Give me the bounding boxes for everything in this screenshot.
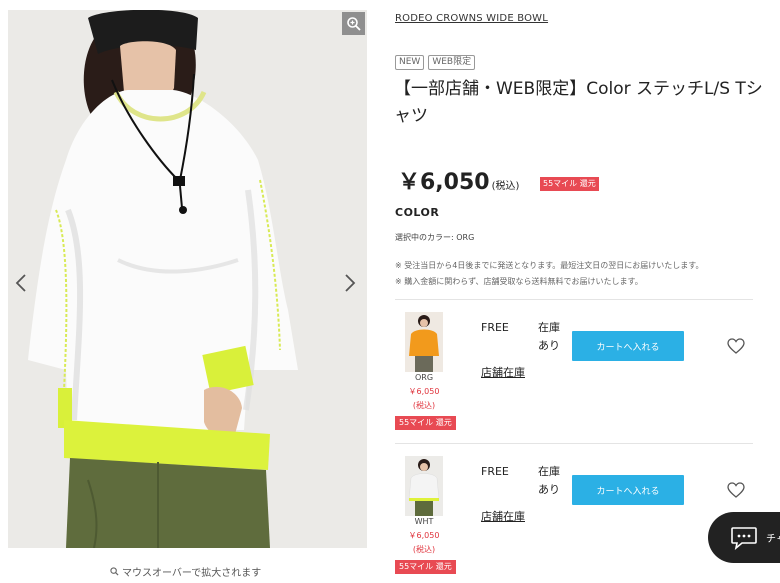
heart-icon[interactable] <box>727 482 745 498</box>
variant-tax: (税込) <box>412 401 436 410</box>
variant-tax: (税込) <box>412 545 436 554</box>
add-to-cart-button[interactable]: カートへ入れる <box>572 475 684 505</box>
add-to-cart-button[interactable]: カートへ入れる <box>572 331 684 361</box>
shipping-note: ※ 購入金額に関わらず、店舗受取なら送料無料でお届けいたします。 <box>395 277 643 286</box>
product-price: ￥6,050 <box>398 170 490 195</box>
zoom-icon[interactable] <box>342 12 365 35</box>
stock-line: あり <box>538 483 560 496</box>
price-row: ￥6,050 (税込) <box>398 164 519 196</box>
zoom-hint-text: マウスオーバーで拡大されます <box>122 568 262 579</box>
variant-row-org: ORG ￥6,050 (税込) 55マイル 還元 FREE 在庫 あり カートへ… <box>395 312 755 452</box>
tax-label: (税込) <box>491 181 520 192</box>
variant-mile-badge: 55マイル 還元 <box>395 416 456 430</box>
selected-color: 選択中のカラー: ORG <box>395 233 475 242</box>
stock-line: 在庫 <box>538 321 560 334</box>
shipping-note: ※ 受注当日から4日後までに発送となります。最短注文日の翌日にお届けいたします。 <box>395 261 704 270</box>
variant-mile-badge: 55マイル 還元 <box>395 560 456 574</box>
product-image-gallery[interactable] <box>8 10 367 548</box>
store-stock-link[interactable]: 店舗在庫 <box>481 364 525 380</box>
chat-button[interactable]: チャ <box>708 512 780 563</box>
stock-line: あり <box>538 339 560 352</box>
variant-size: FREE <box>481 321 509 334</box>
product-photo <box>8 10 367 548</box>
chevron-right-icon[interactable] <box>340 268 360 298</box>
divider <box>395 443 753 444</box>
mile-badge: 55マイル 還元 <box>540 177 599 191</box>
product-title: 【一部店舗・WEB限定】Color ステッチL/S Tシャツ <box>394 79 763 126</box>
shipping-notes: ※ 受注当日から4日後までに発送となります。最短注文日の翌日にお届けいたします。… <box>395 258 704 290</box>
variant-stock: 在庫 あり <box>538 319 560 355</box>
variant-shirt-swatch <box>408 473 440 501</box>
variant-color-code: WHT <box>414 517 434 526</box>
stock-line: 在庫 <box>538 465 560 478</box>
variant-shirt-swatch <box>409 329 439 356</box>
brand-link[interactable]: RODEO CROWNS WIDE BOWL <box>395 13 548 24</box>
variant-size: FREE <box>481 465 509 478</box>
web-only-badge: WEB限定 <box>428 55 476 70</box>
variant-row-wht: WHT ￥6,050 (税込) 55マイル 還元 FREE 在庫 あり カートへ… <box>395 456 755 583</box>
new-badge: NEW <box>395 55 425 70</box>
variant-color-code: ORG <box>414 373 434 382</box>
variant-price: ￥6,050 <box>408 387 440 396</box>
product-badges: NEW WEB限定 <box>395 55 476 70</box>
magnifier-icon <box>110 567 119 576</box>
variant-thumbnail[interactable] <box>405 312 443 372</box>
heart-icon[interactable] <box>727 338 745 354</box>
variant-stock: 在庫 あり <box>538 463 560 499</box>
divider <box>395 299 753 300</box>
variant-price: ￥6,050 <box>408 531 440 540</box>
variant-thumbnail[interactable] <box>405 456 443 516</box>
chat-bubble-icon <box>731 526 757 550</box>
store-stock-link[interactable]: 店舗在庫 <box>481 508 525 524</box>
color-heading: COLOR <box>395 206 440 219</box>
chevron-left-icon[interactable] <box>11 268 31 298</box>
chat-label: チャ <box>766 534 780 545</box>
zoom-hint: マウスオーバーで拡大されます <box>110 564 261 579</box>
